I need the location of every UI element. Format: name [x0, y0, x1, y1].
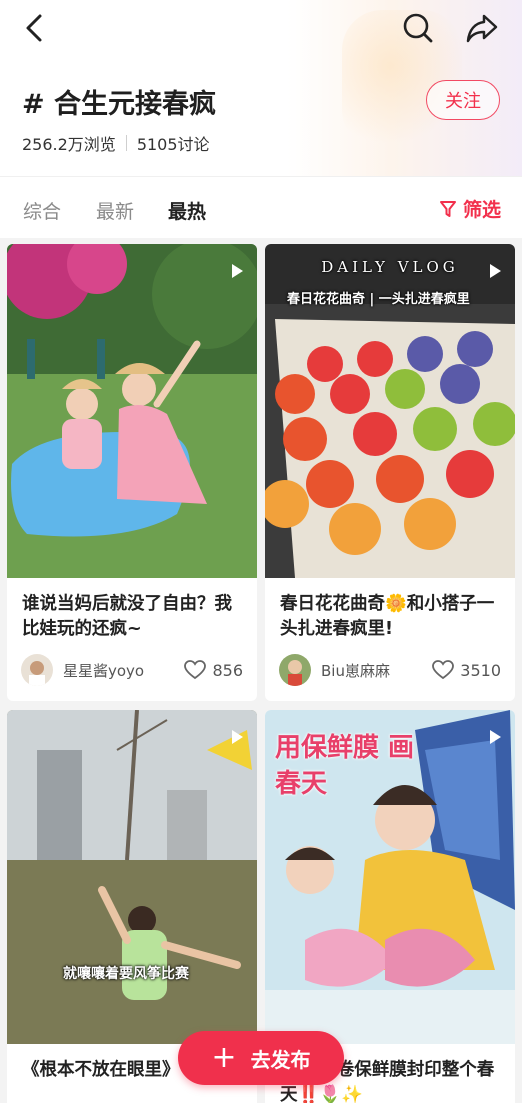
publish-button[interactable]: + 去发布 [178, 1031, 344, 1085]
follow-button[interactable]: 关注 [426, 80, 500, 120]
post-cover-image: 用保鲜膜 画春天 [265, 710, 515, 1044]
video-play-icon [490, 264, 501, 278]
like-count: 3510 [460, 660, 501, 680]
share-button[interactable] [462, 8, 502, 48]
post-cover-image: 就嚷嚷着要风筝比赛 [7, 710, 257, 1044]
search-icon [403, 13, 433, 43]
topic-title: # 合生元接春疯 [22, 89, 217, 120]
post-card[interactable]: 谁说当妈后就没了自由？我比娃玩的还疯~ 星星酱yoyo 856 [7, 244, 257, 701]
post-cover-image: DAILY VLOG 春日花花曲奇 | 一头扎进春疯里 [265, 244, 515, 578]
cover-caption: 春日花花曲奇 | 一头扎进春疯里 [287, 292, 470, 307]
back-button[interactable] [14, 8, 54, 48]
post-title: 春日花花曲奇🌼和小搭子一头扎进春疯里! [280, 594, 495, 639]
tab-latest[interactable]: 最新 [96, 197, 134, 224]
back-icon [26, 14, 42, 42]
author-name: Biu崽麻麻 [321, 661, 390, 680]
video-play-icon [232, 264, 243, 278]
post-author[interactable]: 星星酱yoyo [21, 654, 144, 686]
plus-icon: + [211, 1040, 237, 1075]
topic-stats: 256.2万浏览 5105讨论 [22, 131, 210, 155]
post-title: 谁说当妈后就没了自由？我比娃玩的还疯~ [22, 594, 232, 639]
like-count: 856 [212, 660, 243, 680]
avatar [279, 654, 311, 686]
filter-icon [440, 200, 456, 217]
views-count: 256.2万浏览 [22, 135, 116, 154]
heart-icon [184, 660, 207, 680]
tab-hottest[interactable]: 最热 [168, 197, 206, 224]
publish-label: 去发布 [250, 1047, 311, 1072]
search-button[interactable] [398, 8, 438, 48]
post-cover-image [7, 244, 257, 578]
vlog-overlay-label: DAILY VLOG [321, 258, 459, 276]
post-card[interactable]: DAILY VLOG 春日花花曲奇 | 一头扎进春疯里 春日花花曲奇🌼和小搭子一… [265, 244, 515, 701]
tab-comprehensive[interactable]: 综合 [23, 197, 61, 224]
cover-caption: 就嚷嚷着要风筝比赛 [63, 966, 189, 982]
share-icon [466, 14, 498, 43]
heart-icon [432, 660, 455, 680]
filter-label: 筛选 [463, 199, 502, 221]
like-button[interactable]: 856 [184, 660, 243, 680]
discussion-count: 5105讨论 [136, 135, 210, 154]
sort-tabs: 综合 最新 最热 筛选 [0, 176, 522, 238]
post-author[interactable]: Biu崽麻麻 [279, 654, 390, 686]
topic-header: # 合生元接春疯 关注 256.2万浏览 5105讨论 [0, 0, 522, 176]
video-play-icon [490, 730, 501, 744]
stats-divider [125, 135, 127, 151]
avatar [21, 654, 53, 686]
like-button[interactable]: 3510 [432, 660, 501, 680]
filter-button[interactable]: 筛选 [438, 195, 501, 222]
video-play-icon [232, 730, 243, 744]
author-name: 星星酱yoyo [63, 661, 145, 680]
cover-caption: 用保鲜膜 画春天 [275, 733, 415, 799]
